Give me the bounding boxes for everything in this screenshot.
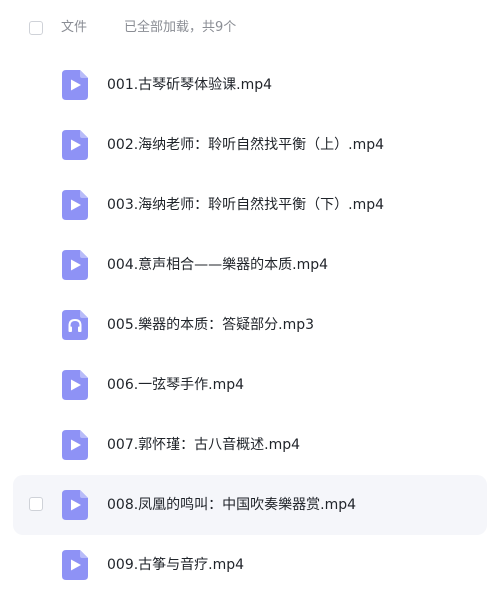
video-file-icon <box>62 370 88 400</box>
list-item[interactable]: 004.意声相合——樂器的本质.mp4 <box>0 235 487 295</box>
video-file-icon <box>62 250 88 280</box>
file-list-panel: 文件 已全部加载，共9个 001.古琴斫琴体验课.mp4 002.海纳老师：聆听… <box>0 0 487 599</box>
list-item[interactable]: 009.古筝与音疗.mp4 <box>0 535 487 595</box>
list-item-hovered[interactable]: 008.凤凰的鸣叫：中国吹奏樂器赏.mp4 <box>13 475 487 535</box>
video-file-icon <box>62 550 88 580</box>
file-name: 002.海纳老师：聆听自然找平衡（上）.mp4 <box>107 137 385 153</box>
list-item[interactable]: 005.樂器的本质：答疑部分.mp3 <box>0 295 487 355</box>
file-name: 008.凤凰的鸣叫：中国吹奏樂器赏.mp4 <box>107 497 357 513</box>
list-item[interactable]: 003.海纳老师：聆听自然找平衡（下）.mp4 <box>0 175 487 235</box>
file-name: 005.樂器的本质：答疑部分.mp3 <box>107 317 315 333</box>
file-name: 007.郭怀瑾：古八音概述.mp4 <box>107 437 301 453</box>
file-name: 003.海纳老师：聆听自然找平衡（下）.mp4 <box>107 197 385 213</box>
column-label: 文件 <box>61 20 88 35</box>
list-item[interactable]: 006.一弦琴手作.mp4 <box>0 355 487 415</box>
select-all-checkbox[interactable] <box>29 21 43 35</box>
video-file-icon <box>62 490 88 520</box>
list-header: 文件 已全部加载，共9个 <box>0 0 487 56</box>
video-file-icon <box>62 430 88 460</box>
file-name: 004.意声相合——樂器的本质.mp4 <box>107 257 329 273</box>
list-item[interactable]: 007.郭怀瑾：古八音概述.mp4 <box>0 415 487 475</box>
list-item[interactable]: 001.古琴斫琴体验课.mp4 <box>0 55 487 115</box>
list-item[interactable]: 002.海纳老师：聆听自然找平衡（上）.mp4 <box>0 115 487 175</box>
row-checkbox[interactable] <box>29 497 43 511</box>
file-name: 001.古琴斫琴体验课.mp4 <box>107 77 273 93</box>
file-name: 006.一弦琴手作.mp4 <box>107 377 245 393</box>
file-name: 009.古筝与音疗.mp4 <box>107 557 245 573</box>
video-file-icon <box>62 190 88 220</box>
video-file-icon <box>62 130 88 160</box>
video-file-icon <box>62 70 88 100</box>
load-status: 已全部加载，共9个 <box>124 20 237 35</box>
audio-file-icon <box>62 310 88 340</box>
file-list: 001.古琴斫琴体验课.mp4 002.海纳老师：聆听自然找平衡（上）.mp4 … <box>0 55 487 595</box>
